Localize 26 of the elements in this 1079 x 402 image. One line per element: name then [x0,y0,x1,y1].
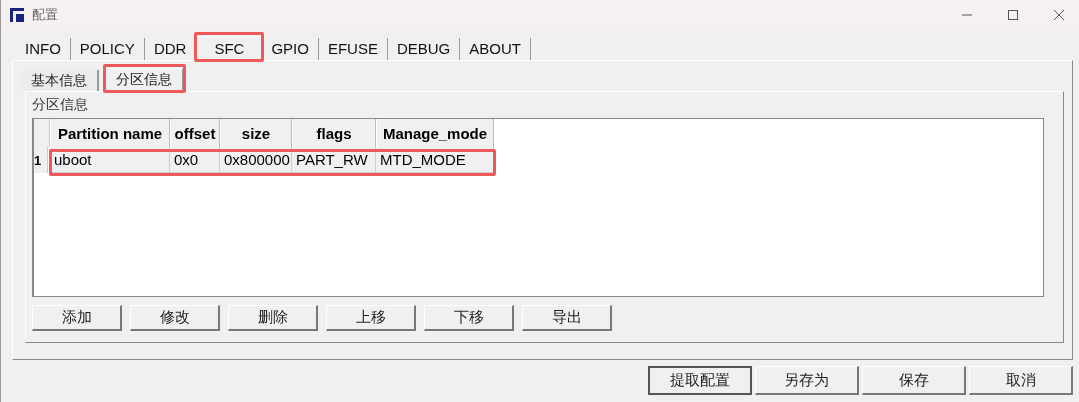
dialog-button[interactable]: 保存 [862,366,966,395]
column-header[interactable]: size [220,119,292,147]
table-button[interactable]: 下移 [424,305,514,331]
tab[interactable]: ABOUT [460,38,531,60]
row-header[interactable]: 1 [34,147,48,173]
dialog-button[interactable]: 提取配置 [648,366,752,395]
table-button[interactable]: 导出 [522,305,612,331]
column-header[interactable]: Partition name [50,119,170,147]
dialog-button[interactable]: 取消 [969,366,1073,395]
dialog-button[interactable]: 另存为 [755,366,859,395]
tab[interactable]: DDR [144,38,197,60]
tab[interactable]: POLICY [70,38,145,60]
table-button[interactable]: 删除 [228,305,318,331]
window-title: 配置 [32,6,58,24]
tab[interactable]: INFO [16,38,71,60]
table-button[interactable]: 添加 [32,305,122,331]
column-header[interactable]: offset [170,119,220,147]
group-title: 分区信息 [32,96,88,114]
column-header[interactable]: flags [292,119,376,147]
tab[interactable]: EFUSE [318,38,388,60]
tab[interactable]: DEBUG [387,38,461,60]
tab[interactable]: GPIO [262,38,319,60]
column-header[interactable]: Manage_mode [376,119,494,147]
subtab[interactable]: 基本信息 [21,70,99,91]
table-button[interactable]: 修改 [130,305,220,331]
table-button[interactable]: 上移 [326,305,416,331]
